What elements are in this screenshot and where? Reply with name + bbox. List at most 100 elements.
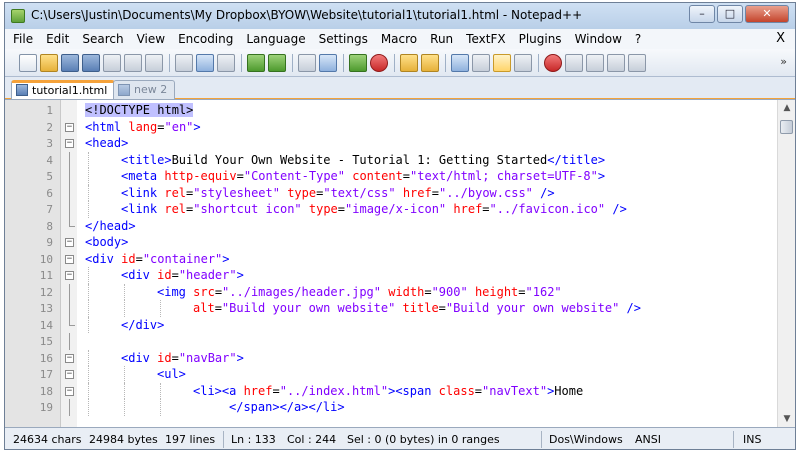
scrollbar-thumb[interactable]	[780, 120, 793, 134]
close-icon[interactable]	[103, 53, 121, 72]
window-controls: – □ ✕	[687, 5, 789, 25]
indent-guide	[88, 300, 89, 317]
saved-file-icon	[118, 84, 130, 96]
line-number: 6	[46, 186, 53, 200]
copy-icon[interactable]	[196, 53, 214, 72]
fold-line	[69, 300, 70, 317]
menu-settings[interactable]: Settings	[319, 32, 368, 46]
code-line[interactable]: 10 − <div id="container">	[5, 251, 761, 268]
code-line[interactable]: 3 − <head>	[5, 135, 761, 152]
code-line[interactable]: 7 <link rel="shortcut icon" type="image/x…	[5, 201, 761, 218]
record-macro-icon[interactable]	[544, 53, 562, 72]
menu-encoding[interactable]: Encoding	[178, 32, 233, 46]
code-line[interactable]: 2 − <html lang="en">	[5, 119, 761, 136]
code-token: =	[214, 301, 222, 315]
play-macro-icon[interactable]	[586, 53, 604, 72]
code-line[interactable]: 11 − <div id="header">	[5, 267, 761, 284]
close-all-icon[interactable]	[124, 53, 142, 72]
show-all-chars-icon[interactable]	[472, 53, 490, 72]
menu-macro[interactable]: Macro	[381, 32, 417, 46]
code-line[interactable]: 14 </div>	[5, 316, 761, 333]
sync-vertical-icon[interactable]	[400, 53, 418, 72]
indent-guide	[88, 168, 89, 185]
code-text: <link rel="stylesheet" type="text/css" h…	[121, 186, 555, 200]
undo-icon[interactable]	[247, 53, 265, 72]
save-all-icon[interactable]	[82, 53, 100, 72]
code-line[interactable]: 4 <title>Build Your Own Website - Tutoria…	[5, 151, 761, 168]
minimize-button[interactable]: –	[689, 5, 715, 23]
fold-collapse-icon[interactable]: −	[65, 386, 74, 396]
maximize-button[interactable]: □	[717, 5, 743, 23]
code-text: <ul>	[157, 367, 186, 381]
menu-search[interactable]: Search	[82, 32, 123, 46]
vertical-scrollbar[interactable]: ▲ ▼	[777, 100, 795, 427]
code-line[interactable]: 15	[5, 333, 761, 350]
indent-guide	[88, 366, 89, 383]
menu-run[interactable]: Run	[430, 32, 453, 46]
code-text: <title>Build Your Own Website - Tutorial…	[121, 153, 605, 167]
title-bar[interactable]: C:\Users\Justin\Documents\My Dropbox\BYO…	[5, 3, 795, 29]
code-line[interactable]: 9 − <body>	[5, 234, 761, 251]
fold-collapse-icon[interactable]: −	[65, 271, 74, 280]
indent-guide-icon[interactable]	[493, 53, 511, 72]
redo-icon[interactable]	[268, 53, 286, 72]
run-macro-multiple-icon[interactable]	[607, 53, 625, 72]
stop-macro-icon[interactable]	[565, 53, 583, 72]
save-macro-icon[interactable]	[628, 53, 646, 72]
find-icon[interactable]	[298, 53, 316, 72]
open-file-icon[interactable]	[40, 53, 58, 72]
zoom-in-icon[interactable]	[349, 53, 367, 72]
cut-icon[interactable]	[175, 53, 193, 72]
fold-collapse-icon[interactable]: −	[65, 254, 74, 264]
replace-icon[interactable]	[319, 53, 337, 72]
toolbar-separator	[241, 53, 242, 72]
tab-tutorial1-html[interactable]: tutorial1.html	[11, 80, 116, 99]
code-line[interactable]: 18− <li><a href="../index.html"><span cla…	[5, 382, 761, 399]
fold-collapse-icon[interactable]: −	[65, 370, 74, 379]
menu-plugins[interactable]: Plugins	[519, 32, 562, 46]
code-line[interactable]: 12 <img src="../images/header.jpg" width=…	[5, 283, 761, 300]
code-editor[interactable]: 1 <!DOCTYPE html> 2− <html lang="en"> 3− <hea…	[5, 99, 795, 427]
code-token: rel	[164, 185, 187, 200]
sync-horizontal-icon[interactable]	[421, 53, 439, 72]
toolbar-overflow-chevron-icon[interactable]: »	[780, 55, 787, 68]
menu-help[interactable]: ?	[635, 32, 641, 46]
code-token: =	[518, 284, 526, 299]
code-line[interactable]: 17 − <ul>	[5, 366, 761, 383]
window-title: C:\Users\Justin\Documents\My Dropbox\BYO…	[31, 8, 583, 22]
fold-collapse-icon[interactable]: −	[65, 139, 74, 148]
code-line[interactable]: 5 <meta http-equiv="Content-Type" content…	[5, 168, 761, 185]
scroll-down-arrow-icon[interactable]: ▼	[778, 411, 795, 427]
menu-textfx[interactable]: TextFX	[466, 32, 505, 46]
indent-guide	[88, 184, 89, 201]
fold-collapse-icon[interactable]: −	[65, 238, 74, 247]
code-line[interactable]: 13 alt="Build your own website" title="Bu…	[5, 300, 761, 317]
menu-file[interactable]: File	[13, 32, 33, 46]
close-window-button[interactable]: ✕	[745, 5, 789, 23]
paste-icon[interactable]	[217, 53, 235, 72]
menu-window[interactable]: Window	[575, 32, 622, 46]
code-line[interactable]: 16 − <div id="navBar">	[5, 349, 761, 366]
user-define-icon[interactable]	[514, 53, 532, 72]
save-icon[interactable]	[61, 53, 79, 72]
menu-edit[interactable]: Edit	[46, 32, 69, 46]
code-token: alt	[193, 301, 215, 315]
menu-language[interactable]: Language	[246, 32, 305, 46]
tab-new-2[interactable]: new 2	[113, 80, 176, 99]
word-wrap-icon[interactable]	[451, 53, 469, 72]
fold-end-marker	[69, 324, 75, 326]
menu-view[interactable]: View	[137, 32, 165, 46]
code-line[interactable]: 1 <!DOCTYPE html>	[5, 102, 761, 119]
code-token: id	[157, 268, 172, 282]
print-icon[interactable]	[145, 53, 163, 72]
code-line[interactable]: 19 </span></a></li>	[5, 399, 761, 416]
scroll-up-arrow-icon[interactable]: ▲	[778, 100, 795, 116]
code-text: <body>	[85, 235, 128, 249]
code-line[interactable]: 6 <link rel="stylesheet" type="text/css" …	[5, 184, 761, 201]
code-line[interactable]: 8 </head>	[5, 217, 761, 235]
close-document-button[interactable]: X	[776, 31, 785, 46]
fold-collapse-icon[interactable]: −	[65, 122, 74, 132]
fold-collapse-icon[interactable]: −	[65, 353, 74, 363]
zoom-out-icon[interactable]	[370, 53, 388, 72]
new-file-icon[interactable]	[19, 53, 37, 72]
